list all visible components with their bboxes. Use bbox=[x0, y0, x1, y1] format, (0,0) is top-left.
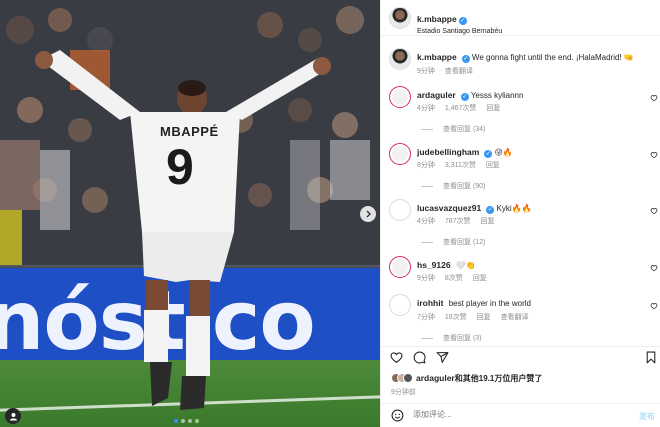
view-replies-button[interactable]: 查看回复 (90) bbox=[421, 181, 485, 191]
comment-likes[interactable]: 3,311次赞 bbox=[445, 162, 476, 169]
comment-likes[interactable]: 787次赞 bbox=[445, 218, 471, 225]
comment-username[interactable]: ardaguler bbox=[417, 90, 456, 100]
comment-time: 4分钟 bbox=[417, 218, 435, 225]
post-details-panel: k.mbappe ✓ Estadio Santiago Bernabéu k.mb… bbox=[380, 0, 660, 427]
comment-meta: 7分钟 18次赞 回复 查看翻译 bbox=[417, 312, 537, 322]
post-comment-button[interactable]: 发布 bbox=[639, 411, 655, 422]
author-avatar[interactable] bbox=[389, 7, 411, 29]
action-bar bbox=[381, 346, 660, 366]
carousel-dot bbox=[188, 419, 192, 423]
comment-username[interactable]: irohhit bbox=[417, 298, 443, 308]
comment-username[interactable]: hs_9126 bbox=[417, 260, 451, 270]
comment-text: 😜🔥 bbox=[494, 148, 513, 157]
reply-button[interactable]: 回复 bbox=[481, 218, 495, 225]
likes-text[interactable]: 和其他19.1万位用户赞了 bbox=[455, 374, 543, 383]
view-replies-button[interactable]: 查看回复 (34) bbox=[421, 124, 485, 134]
carousel-dots bbox=[174, 419, 199, 423]
comment-avatar[interactable] bbox=[389, 143, 411, 165]
verified-icon: ✓ bbox=[458, 17, 467, 25]
translate-link[interactable]: 查看翻译 bbox=[445, 68, 473, 75]
carousel-dot bbox=[195, 419, 199, 423]
add-comment-bar: 发布 bbox=[381, 403, 660, 427]
jersey-name: MBAPPÉ bbox=[160, 124, 219, 139]
comment-text-row: ardaguler ✓ Yesss kyliannn bbox=[417, 90, 523, 101]
verified-icon: ✓ bbox=[460, 93, 469, 101]
verified-icon: ✓ bbox=[486, 206, 495, 214]
reply-button[interactable]: 回复 bbox=[486, 105, 500, 112]
comment-avatar[interactable] bbox=[389, 86, 411, 108]
caption-meta: 9分钟 查看翻译 bbox=[417, 66, 481, 76]
carousel-dot bbox=[174, 419, 178, 423]
view-replies-button[interactable]: 查看回复 (3) bbox=[421, 333, 482, 343]
comment-likes[interactable]: 1,467次赞 bbox=[445, 105, 477, 112]
comment-time: 7分钟 bbox=[417, 314, 435, 321]
comment-text: best player in the world bbox=[448, 299, 531, 308]
comment-avatar[interactable] bbox=[389, 199, 411, 221]
heart-icon[interactable] bbox=[650, 151, 658, 159]
translate-link[interactable]: 查看翻译 bbox=[501, 314, 529, 321]
comment-text: Kyki🔥🔥 bbox=[496, 204, 532, 213]
post-time: 9分钟前 bbox=[391, 389, 416, 396]
comment-username[interactable]: judebellingham bbox=[417, 147, 479, 157]
verified-icon: ✓ bbox=[461, 55, 470, 63]
author-username[interactable]: k.mbappe bbox=[417, 14, 457, 24]
post-photo: nóstico MBAPPÉ 9 bbox=[0, 0, 380, 427]
heart-icon[interactable] bbox=[650, 207, 658, 215]
comment-text-row: hs_9126 🤍👏 bbox=[417, 260, 476, 270]
post-header: k.mbappe ✓ Estadio Santiago Bernabéu bbox=[381, 0, 660, 36]
comment-text-row: irohhit best player in the world bbox=[417, 298, 531, 308]
comment-likes[interactable]: 8次赞 bbox=[445, 275, 463, 282]
comment-avatar[interactable] bbox=[389, 256, 411, 278]
reply-button[interactable]: 回复 bbox=[473, 275, 487, 282]
jersey-number: 9 bbox=[166, 139, 194, 195]
liker-avatar bbox=[403, 373, 413, 383]
comment-likes[interactable]: 18次赞 bbox=[445, 314, 467, 321]
comment-time: 9分钟 bbox=[417, 275, 435, 282]
comment-text: Yesss kyliannn bbox=[470, 91, 524, 100]
caption-time: 9分钟 bbox=[417, 68, 435, 75]
caption-username[interactable]: k.mbappe bbox=[417, 52, 457, 62]
caption-text: We gonna fight until the end. ¡HalaMadri… bbox=[471, 53, 634, 62]
comment-text-row: lucasvazquez91 ✓ Kyki🔥🔥 bbox=[417, 203, 532, 214]
comment-meta: 4分钟 787次赞 回复 bbox=[417, 216, 503, 226]
player-figure bbox=[35, 50, 331, 410]
comment-meta: 8分钟 3,311次赞 回复 bbox=[417, 160, 508, 170]
comment-meta: 4分钟 1,467次赞 回复 bbox=[417, 103, 508, 113]
reply-button[interactable]: 回复 bbox=[486, 162, 500, 169]
comment-text-row: judebellingham ✓ 😜🔥 bbox=[417, 147, 513, 158]
reply-button[interactable]: 回复 bbox=[477, 314, 491, 321]
user-icon bbox=[9, 412, 17, 421]
heart-icon[interactable] bbox=[650, 94, 658, 102]
comment-icon[interactable] bbox=[413, 351, 426, 364]
comment-meta: 9分钟 8次赞 回复 bbox=[417, 273, 495, 283]
comment-input[interactable] bbox=[413, 410, 613, 419]
likes-username[interactable]: ardaguler bbox=[416, 373, 455, 383]
carousel-next-button[interactable] bbox=[360, 206, 376, 222]
tagged-users-button[interactable] bbox=[5, 408, 21, 424]
carousel-dot bbox=[181, 419, 185, 423]
comment-time: 8分钟 bbox=[417, 162, 435, 169]
heart-icon[interactable] bbox=[650, 302, 658, 310]
likes-summary: ardaguler和其他19.1万位用户赞了 bbox=[391, 373, 542, 384]
verified-icon: ✓ bbox=[484, 150, 493, 158]
emoji-icon[interactable] bbox=[391, 409, 404, 422]
share-icon[interactable] bbox=[436, 351, 449, 364]
caption-author-avatar[interactable] bbox=[389, 48, 411, 70]
comment-username[interactable]: lucasvazquez91 bbox=[417, 203, 481, 213]
heart-icon[interactable] bbox=[650, 264, 658, 272]
like-heart-icon[interactable] bbox=[390, 351, 403, 364]
bookmark-icon[interactable] bbox=[645, 351, 657, 364]
post-location[interactable]: Estadio Santiago Bernabéu bbox=[417, 28, 502, 35]
chevron-right-icon bbox=[366, 210, 371, 218]
comment-avatar[interactable] bbox=[389, 294, 411, 316]
comment-time: 4分钟 bbox=[417, 105, 435, 112]
view-replies-button[interactable]: 查看回复 (12) bbox=[421, 237, 485, 247]
caption: k.mbappe ✓ We gonna fight until the end. … bbox=[417, 52, 634, 63]
comment-text: 🤍👏 bbox=[455, 261, 476, 270]
